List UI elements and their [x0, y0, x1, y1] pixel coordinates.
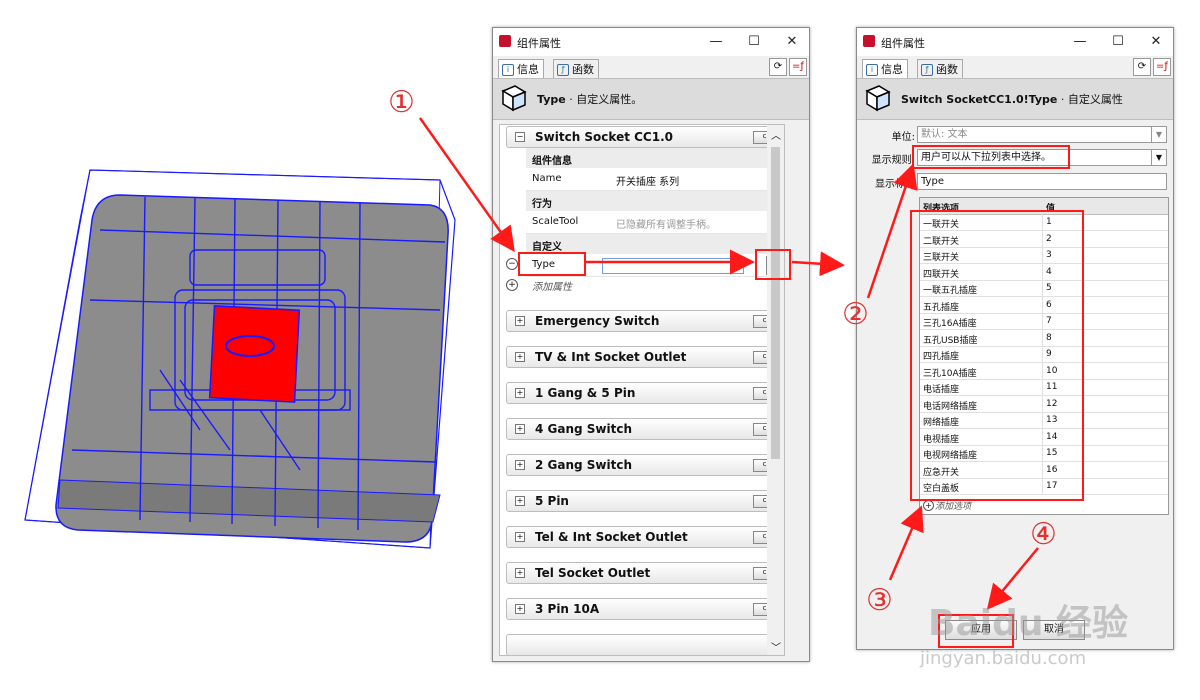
watermark-url: jingyan.baidu.com [920, 648, 1087, 669]
baidu-jingyan-watermark: Baidu 经验 [928, 594, 1128, 646]
arrow-lines [418, 117, 1039, 610]
watermark-brand: Baidu 经验 [928, 603, 1129, 644]
